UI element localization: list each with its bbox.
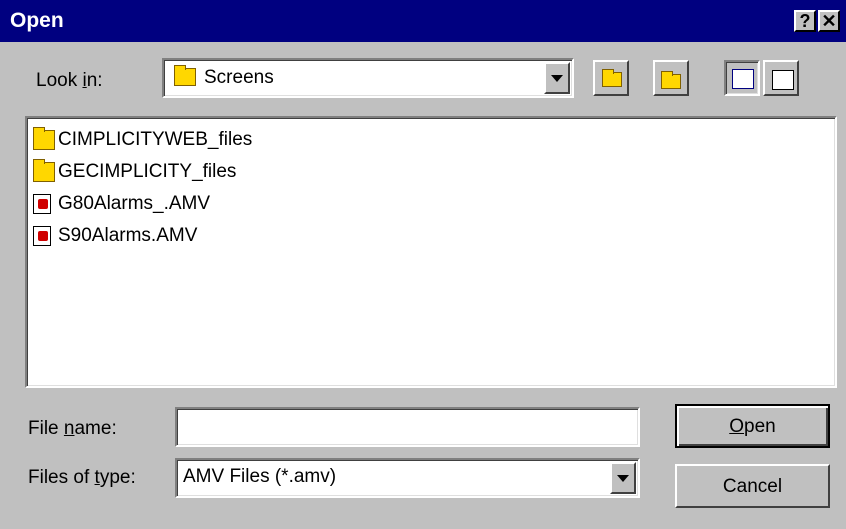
look-in-label-suffix: n: [86, 70, 103, 91]
look-in-dropdown-button[interactable] [544, 62, 570, 94]
file-name-label: File name: [28, 418, 117, 440]
open-button-label: Open [677, 416, 828, 438]
file-name-input[interactable] [175, 407, 640, 447]
chevron-down-icon [551, 75, 563, 82]
cancel-button-label: Cancel [722, 476, 783, 497]
file-name: S90Alarms.AMV [58, 225, 198, 246]
close-icon: ✕ [821, 11, 837, 31]
help-icon: ? [799, 11, 811, 31]
title-bar[interactable]: Open ? ✕ [0, 0, 846, 42]
help-button[interactable]: ? [794, 10, 816, 32]
file-name-label-suffix: ame: [74, 418, 117, 439]
open-button-accel: O [729, 416, 745, 437]
files-of-type-value: AMV Files (*.amv) [183, 466, 337, 487]
look-in-combo[interactable]: Screens [162, 58, 574, 98]
amv-file-icon [33, 194, 51, 214]
look-in-label: Look in: [36, 70, 103, 92]
files-of-type-label: Files of type: [28, 467, 136, 489]
close-button[interactable]: ✕ [818, 10, 840, 32]
chevron-down-icon [617, 475, 629, 482]
details-view-button[interactable] [763, 60, 799, 96]
file-name: GECIMPLICITY_files [58, 161, 237, 182]
file-name-label-prefix: File [28, 418, 64, 439]
folder-open-icon [174, 65, 196, 86]
look-in-value: Screens [204, 67, 274, 88]
open-button[interactable]: Open [675, 404, 830, 448]
up-one-level-button[interactable] [593, 60, 629, 96]
look-in-label-prefix: Look [36, 70, 83, 91]
create-new-folder-icon [661, 71, 681, 89]
files-of-type-label-suffix: ype: [99, 467, 136, 488]
up-one-level-icon [602, 69, 622, 87]
files-of-type-dropdown-button[interactable] [610, 462, 636, 494]
file-name: G80Alarms_.AMV [58, 193, 211, 214]
cancel-button[interactable]: Cancel [675, 464, 830, 508]
amv-file-icon [33, 226, 51, 246]
folder-icon [33, 127, 55, 150]
list-view-button[interactable] [724, 60, 760, 96]
folder-icon [33, 159, 55, 182]
files-of-type-label-prefix: Files of [28, 467, 95, 488]
window-title: Open [10, 9, 64, 32]
files-of-type-combo[interactable]: AMV Files (*.amv) [175, 458, 640, 498]
file-name-label-accel: n [63, 418, 75, 439]
open-button-suffix: pen [744, 416, 776, 437]
create-new-folder-button[interactable] [653, 60, 689, 96]
details-view-icon [772, 70, 794, 90]
list-view-icon [732, 69, 754, 89]
file-list[interactable]: CIMPLICITYWEB_files GECIMPLICITY_files G… [25, 116, 837, 388]
open-dialog: Open ? ✕ Look in: Screens CIMPLICITYWEB_… [0, 0, 846, 529]
file-name: CIMPLICITYWEB_files [58, 129, 253, 150]
